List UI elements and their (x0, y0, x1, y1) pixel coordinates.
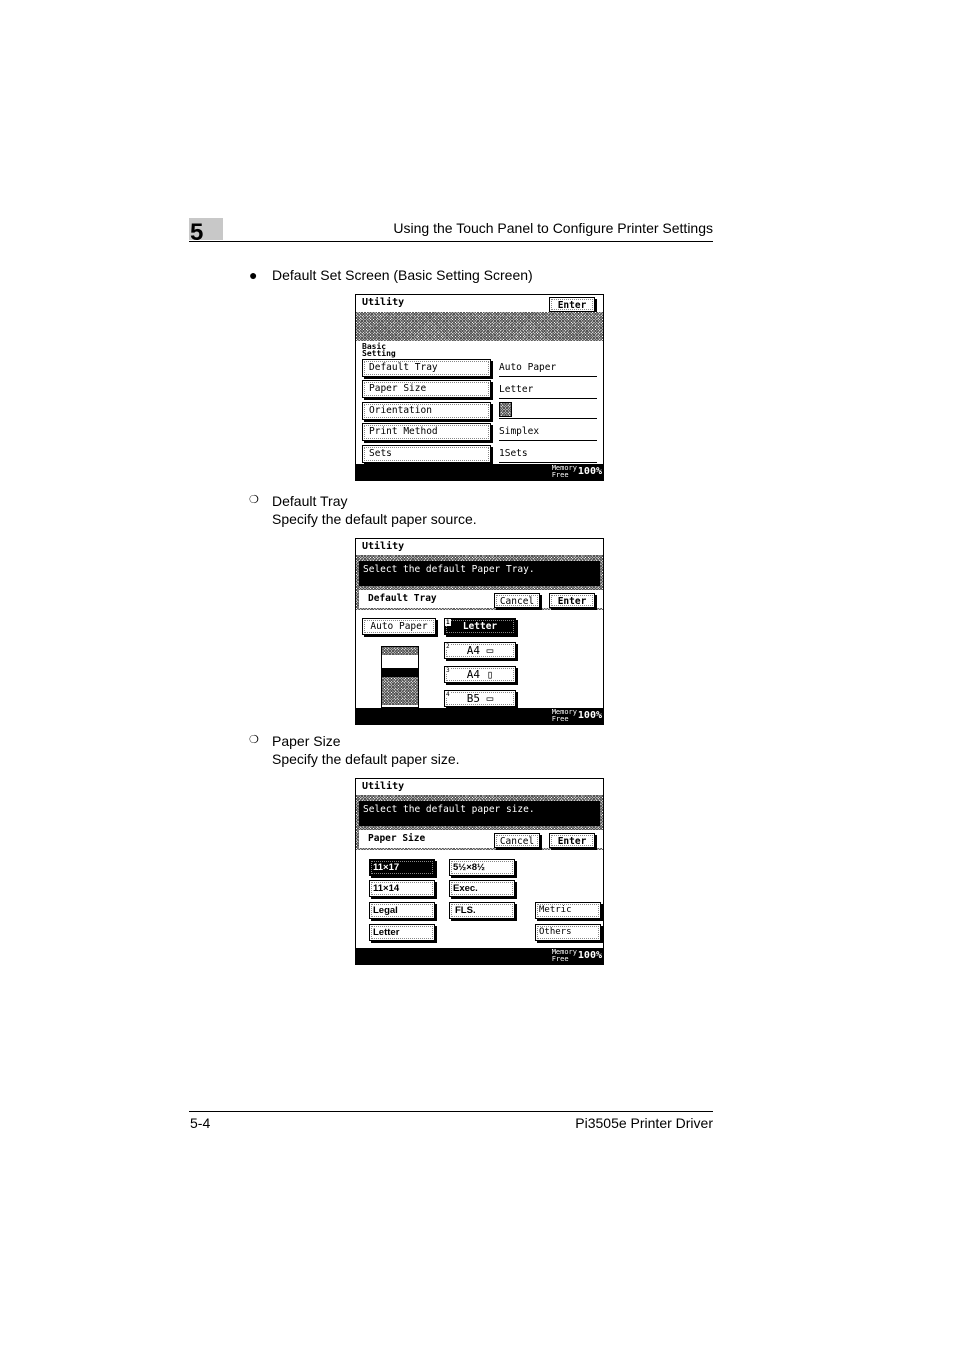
memory-label: Memory Free (551, 464, 577, 479)
orientation-button[interactable]: Orientation (362, 402, 491, 420)
memory-label: Memory Free (551, 948, 577, 963)
bullet-text: Default Set Screen (Basic Setting Screen… (272, 267, 533, 283)
subsection-desc: Specify the default paper source. (272, 511, 477, 527)
size-legal-button[interactable]: Legal (369, 902, 435, 919)
portrait-orientation-icon (499, 402, 512, 417)
size-11x14-button[interactable]: 11×14 (369, 880, 435, 897)
size-11x17-button[interactable]: 11×17 (369, 859, 435, 876)
footer-rule (189, 1111, 713, 1112)
enter-button[interactable]: Enter (549, 833, 595, 848)
default-tray-button[interactable]: Default Tray (362, 359, 491, 377)
default-tray-value: Auto Paper (499, 360, 597, 377)
print-method-button[interactable]: Print Method (362, 423, 491, 441)
sub-title: Default Tray (368, 593, 437, 604)
screen-title: Utility (362, 297, 405, 308)
screen-title: Utility (362, 541, 405, 552)
tray-2-button[interactable]: 2 A4 ▭ (444, 642, 516, 659)
basic-setting-screen: Utility Enter Basic Setting Default Tray … (355, 294, 604, 481)
tray-1-button[interactable]: 1 Letter (444, 618, 516, 635)
subsection-title: Paper Size (272, 733, 341, 749)
status-bar: Memory Free 100% (356, 464, 603, 480)
tray-3-button[interactable]: 3 A4 ▯ (444, 666, 516, 683)
product-name: Pi3505e Printer Driver (575, 1115, 713, 1131)
enter-button[interactable]: Enter (549, 297, 595, 312)
instruction-message: Select the default paper size. (359, 801, 600, 826)
paper-size-button[interactable]: Paper Size (362, 380, 491, 398)
hatched-band (356, 312, 603, 341)
page: 5 Using the Touch Panel to Configure Pri… (0, 0, 954, 1351)
print-method-value: Simplex (499, 424, 597, 441)
header-rule (189, 241, 713, 242)
others-button[interactable]: Others (535, 924, 601, 941)
paper-size-screen: Utility Select the default paper size. P… (355, 778, 604, 965)
memory-free-value: 100% (577, 710, 602, 721)
paper-size-value: Letter (499, 382, 597, 399)
cancel-button[interactable]: Cancel (494, 593, 540, 608)
orientation-value (499, 401, 597, 419)
section-label: Basic Setting (362, 342, 396, 358)
bullet-icon: ● (249, 267, 258, 283)
page-number: 5-4 (190, 1115, 211, 1131)
sub-title: Paper Size (368, 833, 426, 844)
circle-bullet-icon: ❍ (249, 494, 259, 506)
instruction-message: Select the default Paper Tray. (359, 561, 600, 586)
sets-value: 1Sets (499, 446, 597, 463)
chapter-number: 5 (190, 219, 204, 246)
circle-bullet-icon: ❍ (249, 734, 259, 746)
memory-label: Memory Free (551, 708, 577, 723)
size-letter-button[interactable]: Letter (369, 924, 435, 941)
running-header: Using the Touch Panel to Configure Print… (393, 220, 713, 236)
size-exec-button[interactable]: Exec. (449, 880, 515, 897)
printer-trays-icon (381, 646, 419, 708)
size-5-5x8-5-button[interactable]: 5½×8½ (449, 859, 515, 876)
cancel-button[interactable]: Cancel (494, 833, 540, 848)
size-fls-button[interactable]: FLS. (449, 902, 515, 919)
status-bar: Memory Free 100% (356, 948, 603, 964)
auto-paper-button[interactable]: Auto Paper (362, 618, 436, 635)
memory-free-value: 100% (577, 950, 602, 961)
default-tray-screen: Utility Select the default Paper Tray. D… (355, 538, 604, 725)
metric-button[interactable]: Metric (535, 902, 601, 919)
enter-button[interactable]: Enter (549, 593, 595, 608)
memory-free-value: 100% (577, 466, 602, 477)
status-bar: Memory Free 100% (356, 708, 603, 724)
screen-title: Utility (362, 781, 405, 792)
sets-button[interactable]: Sets (362, 445, 491, 463)
subsection-desc: Specify the default paper size. (272, 751, 460, 767)
subsection-title: Default Tray (272, 493, 348, 509)
tray-4-button[interactable]: 4 B5 ▭ (444, 690, 516, 707)
